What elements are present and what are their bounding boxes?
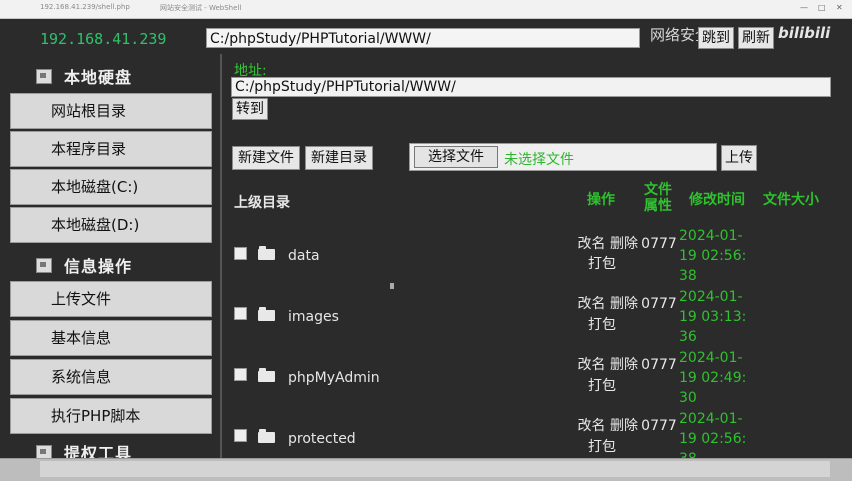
folder-icon: [258, 368, 275, 382]
scrollbar-thumb[interactable]: [40, 461, 830, 477]
sidebar-item-basic-info[interactable]: 基本信息: [10, 320, 212, 356]
sidebar-item-web-root[interactable]: 网站根目录: [10, 93, 212, 129]
row-mtime: 2024-01-19 02:56:38: [679, 411, 747, 458]
info-icon: [36, 257, 52, 273]
row-ops-pack[interactable]: 打包: [566, 376, 616, 396]
row-ops-pack[interactable]: 打包: [566, 437, 616, 457]
no-file-text: 未选择文件: [504, 152, 574, 168]
sidebar-item-upload[interactable]: 上传文件: [10, 281, 212, 317]
server-ip: 192.168.41.239: [40, 30, 167, 48]
row-checkbox[interactable]: [234, 307, 247, 320]
col-header-mtime: 修改时间: [689, 192, 745, 208]
row-name-link[interactable]: protected: [288, 431, 356, 447]
row-perm[interactable]: 0777: [641, 416, 677, 456]
row-ops-rename-delete[interactable]: 改名 删除: [566, 294, 638, 314]
row-ops-pack[interactable]: 打包: [566, 315, 616, 335]
sidebar-item-disk-d[interactable]: 本地磁盘(D:): [10, 207, 212, 243]
row-ops-rename-delete[interactable]: 改名 删除: [566, 355, 638, 375]
row-perm[interactable]: 0777: [641, 234, 677, 254]
sidebar-item-system-info[interactable]: 系统信息: [10, 359, 212, 395]
row-checkbox[interactable]: [234, 247, 247, 260]
close-icon[interactable]: ✕: [836, 3, 843, 12]
maximize-icon[interactable]: □: [818, 3, 826, 12]
row-ops-rename-delete[interactable]: 改名 删除: [566, 416, 638, 436]
col-header-attr: 文件属性: [644, 182, 672, 214]
browser-tab-strip: 192.168.41.239/shell.php 网站安全测试 - WebShe…: [0, 0, 852, 19]
horizontal-scrollbar[interactable]: [0, 458, 852, 481]
folder-icon: [258, 429, 275, 443]
minimize-icon[interactable]: —: [800, 3, 808, 12]
bilibili-logo: bilibili: [778, 24, 831, 42]
address-input[interactable]: C:/phpStudy/PHPTutorial/WWW/: [231, 77, 831, 97]
row-perm[interactable]: 0777: [641, 294, 677, 314]
new-file-button[interactable]: 新建文件: [232, 146, 300, 170]
col-header-size: 文件大小: [763, 192, 819, 208]
divider: [220, 54, 222, 458]
sidebar-section-local-disk: 本地硬盘: [36, 64, 132, 88]
row-mtime: 2024-01-19 02:56:38: [679, 228, 747, 284]
go-button[interactable]: 转到: [232, 98, 268, 120]
col-header-ops: 操作: [587, 192, 615, 208]
folder-icon: [258, 307, 275, 321]
path-input[interactable]: C:/phpStudy/PHPTutorial/WWW/: [206, 28, 640, 48]
folder-icon: [258, 246, 275, 260]
sidebar-item-disk-c[interactable]: 本地磁盘(C:): [10, 169, 212, 205]
row-mtime: 2024-01-19 02:49:30: [679, 350, 747, 406]
browser-tab-title[interactable]: 网站安全测试 - WebShell: [160, 3, 241, 13]
sidebar-section-info-ops: 信息操作: [36, 253, 132, 277]
row-name-link[interactable]: data: [288, 248, 320, 264]
sidebar-section-title: 本地硬盘: [64, 68, 133, 87]
row-name-link[interactable]: phpMyAdmin: [288, 370, 380, 386]
sidebar-item-program-dir[interactable]: 本程序目录: [10, 131, 212, 167]
row-mtime: 2024-01-19 03:13:36: [679, 289, 747, 345]
choose-file-button[interactable]: 选择文件: [414, 146, 498, 168]
row-name-link[interactable]: images: [288, 309, 339, 325]
file-picker[interactable]: 选择文件 未选择文件: [409, 143, 717, 171]
jump-button[interactable]: 跳到: [698, 27, 734, 49]
sidebar-item-exec-php[interactable]: 执行PHP脚本: [10, 398, 212, 434]
browser-url[interactable]: 192.168.41.239/shell.php: [40, 3, 130, 11]
refresh-button[interactable]: 刷新: [738, 27, 774, 49]
new-dir-button[interactable]: 新建目录: [305, 146, 373, 170]
row-perm[interactable]: 0777: [641, 355, 677, 375]
row-checkbox[interactable]: [234, 368, 247, 381]
row-ops-rename-delete[interactable]: 改名 删除: [566, 234, 638, 254]
row-ops-pack[interactable]: 打包: [566, 254, 616, 274]
sidebar-section-title: 信息操作: [64, 257, 133, 276]
mouse-cursor: [390, 283, 394, 289]
disk-icon: [36, 68, 52, 84]
parent-dir-link[interactable]: 上级目录: [234, 192, 290, 212]
upload-button[interactable]: 上传: [721, 145, 757, 171]
row-checkbox[interactable]: [234, 429, 247, 442]
